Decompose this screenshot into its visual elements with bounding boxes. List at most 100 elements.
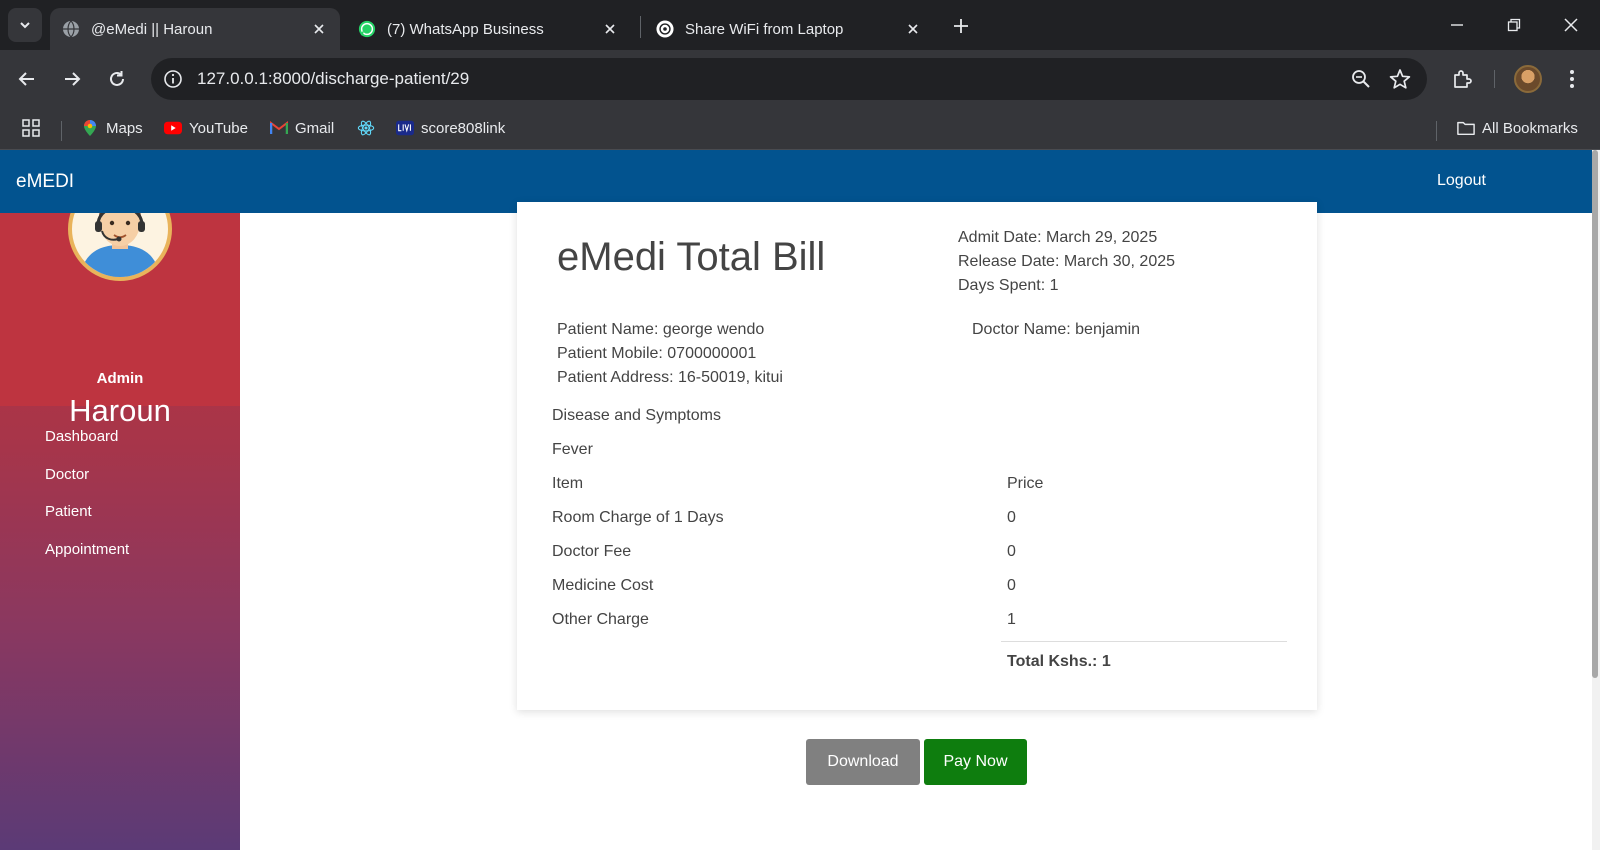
more-vert-icon xyxy=(1570,70,1574,88)
sidebar-item-dashboard[interactable]: Dashboard xyxy=(45,428,118,445)
plus-icon xyxy=(954,19,968,33)
arrow-left-icon xyxy=(18,72,34,86)
youtube-icon xyxy=(164,119,182,137)
apps-button[interactable] xyxy=(22,116,47,140)
tab-whatsapp[interactable]: (7) WhatsApp Business xyxy=(346,8,631,50)
bill-row-price: 0 xyxy=(1007,543,1016,560)
column-header-item: Item xyxy=(552,475,584,492)
page-scrollbar[interactable] xyxy=(1592,150,1600,850)
disease-heading: Disease and Symptoms xyxy=(552,407,721,424)
tab-emedi[interactable]: @eMedi || Haroun xyxy=(50,8,340,50)
site-info-icon[interactable] xyxy=(163,69,183,89)
tab-title: Share WiFi from Laptop xyxy=(685,20,844,38)
user-name: Haroun xyxy=(69,393,171,428)
release-date: Release Date: March 30, 2025 xyxy=(958,253,1176,270)
maps-icon xyxy=(81,119,99,137)
browser-toolbar: 127.0.0.1:8000/discharge-patient/29 xyxy=(0,50,1600,107)
back-button[interactable] xyxy=(10,62,44,96)
bookmark-separator xyxy=(1436,121,1437,141)
live-icon xyxy=(396,119,414,137)
minimize-icon xyxy=(1451,24,1463,26)
patient-mobile: Patient Mobile: 0700000001 xyxy=(557,345,757,362)
all-bookmarks-button[interactable]: All Bookmarks xyxy=(1457,116,1578,140)
react-icon xyxy=(357,119,375,137)
bill-row-price: 1 xyxy=(1007,611,1016,628)
page-viewport: Admin Haroun Dashboard Doctor Patient Ap… xyxy=(0,150,1600,850)
brand-logo[interactable]: eMEDI xyxy=(16,171,74,193)
bookmark-separator xyxy=(61,121,62,141)
address-bar[interactable]: 127.0.0.1:8000/discharge-patient/29 xyxy=(151,58,1427,100)
tab-search-button[interactable] xyxy=(8,8,42,42)
reload-icon xyxy=(110,71,124,86)
scrollbar-thumb[interactable] xyxy=(1592,150,1598,678)
column-header-price: Price xyxy=(1007,475,1044,492)
sidebar-item-patient[interactable]: Patient xyxy=(45,503,92,520)
total-divider xyxy=(1001,641,1287,642)
bill-row-item: Room Charge of 1 Days xyxy=(552,509,724,526)
bill-title: eMedi Total Bill xyxy=(557,235,826,279)
close-tab-icon[interactable] xyxy=(904,20,922,38)
bookmark-maps[interactable]: Maps xyxy=(81,116,143,140)
arrow-right-icon xyxy=(65,72,81,86)
sidebar: Admin Haroun Dashboard Doctor Patient Ap… xyxy=(0,177,240,850)
doctor-name: Doctor Name: benjamin xyxy=(972,321,1141,338)
zoom-icon[interactable] xyxy=(1351,69,1371,89)
apps-grid-icon xyxy=(22,119,40,137)
forward-button[interactable] xyxy=(55,62,89,96)
bookmark-star-icon[interactable] xyxy=(1389,68,1411,90)
user-role: Admin xyxy=(96,370,144,387)
globe-icon xyxy=(62,20,80,38)
close-icon xyxy=(1564,18,1578,32)
sidebar-item-doctor[interactable]: Doctor xyxy=(45,466,89,483)
patient-address: Patient Address: 16-50019, kitui xyxy=(557,369,783,386)
url-text[interactable]: 127.0.0.1:8000/discharge-patient/29 xyxy=(197,69,469,89)
download-button[interactable]: Download xyxy=(806,739,920,785)
close-tab-icon[interactable] xyxy=(601,20,619,38)
tab-share-wifi[interactable]: Share WiFi from Laptop xyxy=(644,8,934,50)
bill-row-item: Medicine Cost xyxy=(552,577,654,594)
logout-link[interactable]: Logout xyxy=(1437,172,1486,190)
bill-total: Total Kshs.: 1 xyxy=(1007,653,1111,670)
whatsapp-icon xyxy=(358,20,376,38)
reload-button[interactable] xyxy=(100,62,134,96)
bill-row-item: Doctor Fee xyxy=(552,543,632,560)
disease-value: Fever xyxy=(552,441,593,458)
bookmark-gmail[interactable]: Gmail xyxy=(270,116,334,140)
tab-separator xyxy=(640,16,641,38)
bill-row-price: 0 xyxy=(1007,509,1016,526)
bookmark-youtube[interactable]: YouTube xyxy=(164,116,248,140)
profile-avatar[interactable] xyxy=(1514,65,1542,93)
all-bookmarks-label: All Bookmarks xyxy=(1482,119,1578,137)
bookmark-label: Gmail xyxy=(295,119,335,137)
bookmark-label: YouTube xyxy=(189,119,248,137)
puzzle-icon xyxy=(1454,70,1472,88)
bill-row-price: 0 xyxy=(1007,577,1016,594)
browser-tab-strip: @eMedi || Haroun (7) WhatsApp Business S… xyxy=(0,0,1600,50)
days-spent: Days Spent: 1 xyxy=(958,277,1059,294)
patient-name: Patient Name: george wendo xyxy=(557,321,765,338)
bookmark-react[interactable] xyxy=(357,116,382,140)
chevron-down-icon xyxy=(20,22,30,29)
new-tab-button[interactable] xyxy=(948,13,974,39)
close-window-button[interactable] xyxy=(1556,10,1586,40)
close-tab-icon[interactable] xyxy=(310,20,328,38)
bookmark-score808link[interactable]: score808link xyxy=(396,116,505,140)
minimize-button[interactable] xyxy=(1442,10,1472,40)
folder-icon xyxy=(1457,119,1475,137)
sidebar-item-appointment[interactable]: Appointment xyxy=(45,541,129,558)
bill-row-item: Other Charge xyxy=(552,611,649,628)
gmail-icon xyxy=(270,119,288,137)
pay-now-button[interactable]: Pay Now xyxy=(924,739,1027,785)
restore-button[interactable] xyxy=(1499,10,1529,40)
tab-title: (7) WhatsApp Business xyxy=(387,20,544,38)
bookmark-label: score808link xyxy=(421,119,506,137)
bookmark-label: Maps xyxy=(106,119,143,137)
openai-icon xyxy=(656,20,674,38)
extensions-button[interactable] xyxy=(1449,66,1475,92)
sidebar-profile: Admin Haroun xyxy=(0,177,240,428)
tab-title: @eMedi || Haroun xyxy=(91,20,213,38)
restore-icon xyxy=(1507,18,1521,32)
browser-menu-button[interactable] xyxy=(1559,66,1585,92)
bill-card: eMedi Total Bill Admit Date: March 29, 2… xyxy=(517,202,1317,710)
toolbar-divider xyxy=(1494,70,1495,88)
